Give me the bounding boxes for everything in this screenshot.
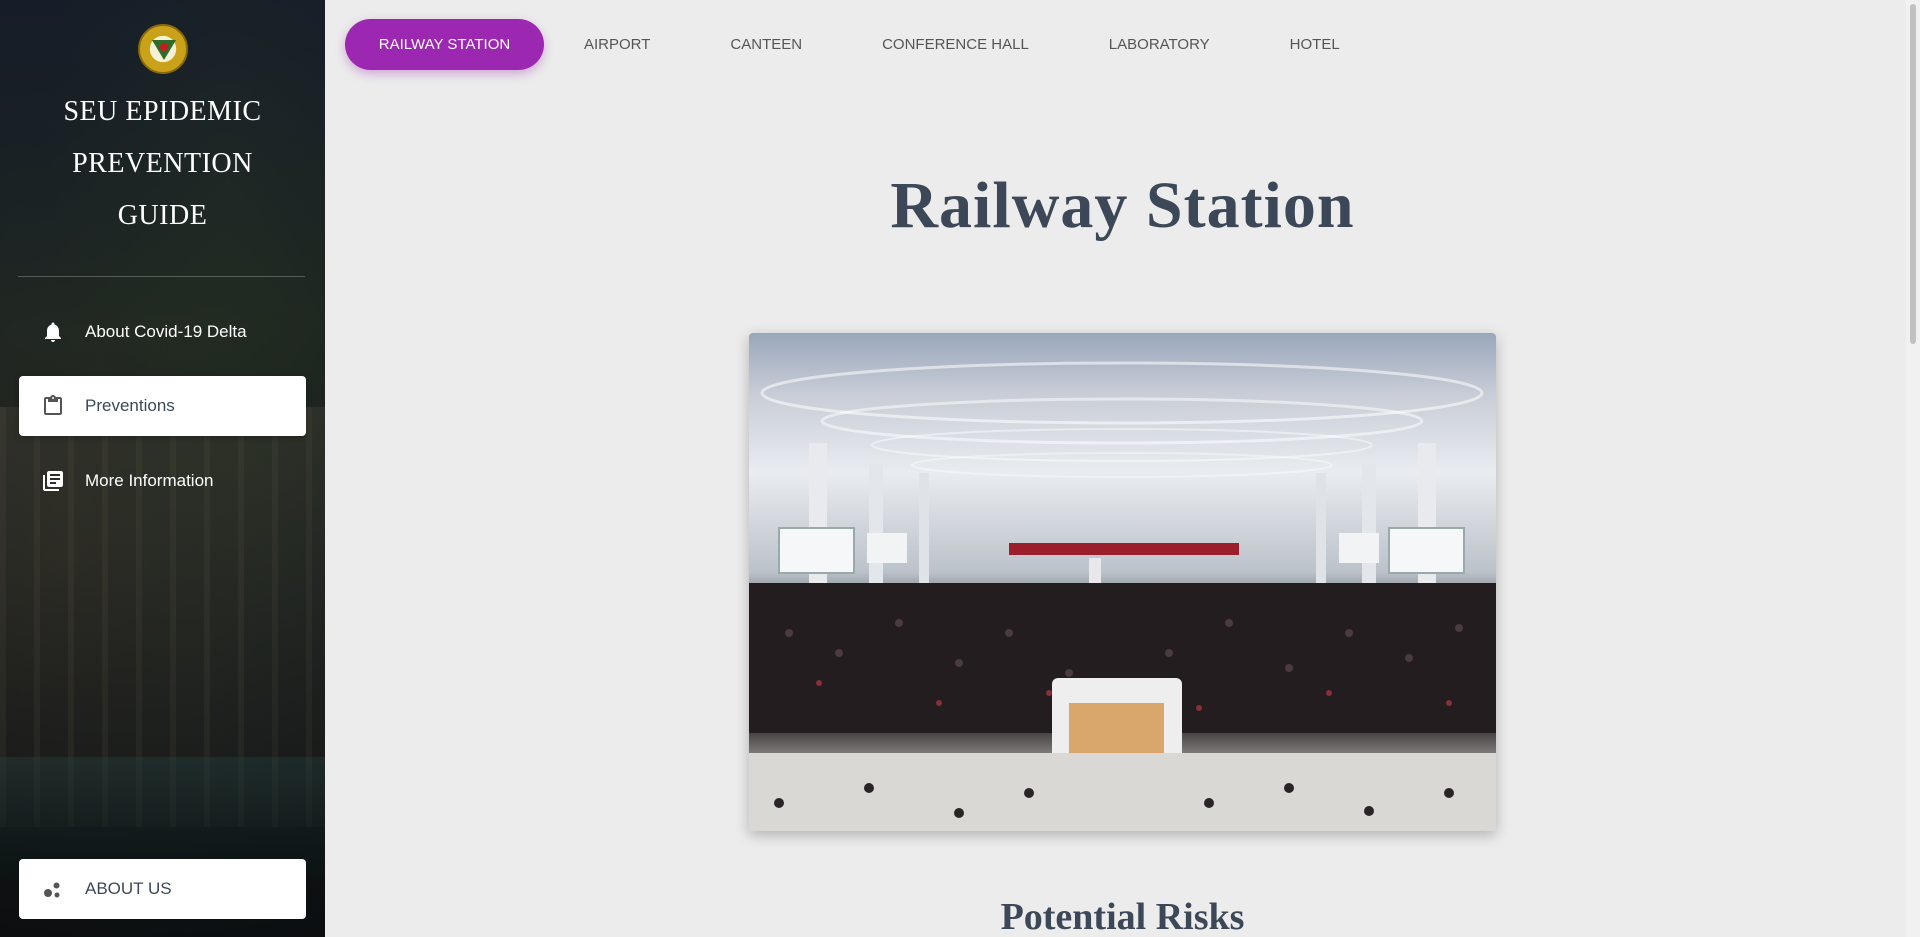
sidebar-item-label: About Covid-19 Delta — [85, 322, 247, 341]
bell-icon — [39, 318, 67, 346]
about-us-label: ABOUT US — [85, 879, 172, 898]
tab-laboratory[interactable]: LABORATORY — [1069, 19, 1250, 70]
tab-railway-station[interactable]: RAILWAY STATION — [345, 19, 544, 70]
sidebar-item-about-covid[interactable]: About Covid-19 Delta — [19, 302, 306, 362]
sidebar: SEU EPIDEMIC PREVENTION GUIDE About Covi… — [0, 0, 325, 937]
about-us-button[interactable]: ABOUT US — [19, 859, 306, 919]
sidebar-item-preventions[interactable]: Preventions — [19, 376, 306, 436]
sidebar-item-label: Preventions — [85, 396, 175, 415]
tab-airport[interactable]: AIRPORT — [544, 19, 690, 70]
sidebar-divider — [18, 276, 305, 277]
brand-line-3: GUIDE — [117, 200, 208, 231]
brand-title[interactable]: SEU EPIDEMIC PREVENTION GUIDE — [0, 86, 325, 242]
library-books-icon — [39, 467, 67, 495]
tab-conference-hall[interactable]: CONFERENCE HALL — [842, 19, 1069, 70]
tab-canteen[interactable]: CANTEEN — [690, 19, 842, 70]
location-tabs: RAILWAY STATION AIRPORT CANTEEN CONFEREN… — [345, 19, 1380, 70]
tab-hotel[interactable]: HOTEL — [1250, 19, 1380, 70]
sidebar-item-label: More Information — [85, 471, 214, 490]
brand-line-1: SEU EPIDEMIC — [63, 96, 262, 127]
sidebar-item-more-information[interactable]: More Information — [19, 451, 306, 511]
page-scrollbar[interactable] — [1906, 0, 1920, 937]
page-title: Railway Station — [890, 169, 1355, 242]
brand-line-2: PREVENTION — [72, 148, 253, 179]
section-title: Potential Risks — [1000, 896, 1245, 937]
university-logo[interactable] — [138, 24, 188, 74]
clipboard-icon — [39, 392, 67, 420]
bubbles-icon — [39, 875, 67, 903]
main-content: RAILWAY STATION AIRPORT CANTEEN CONFEREN… — [325, 0, 1920, 937]
railway-station-photo — [749, 333, 1496, 831]
scrollbar-thumb[interactable] — [1910, 4, 1916, 344]
